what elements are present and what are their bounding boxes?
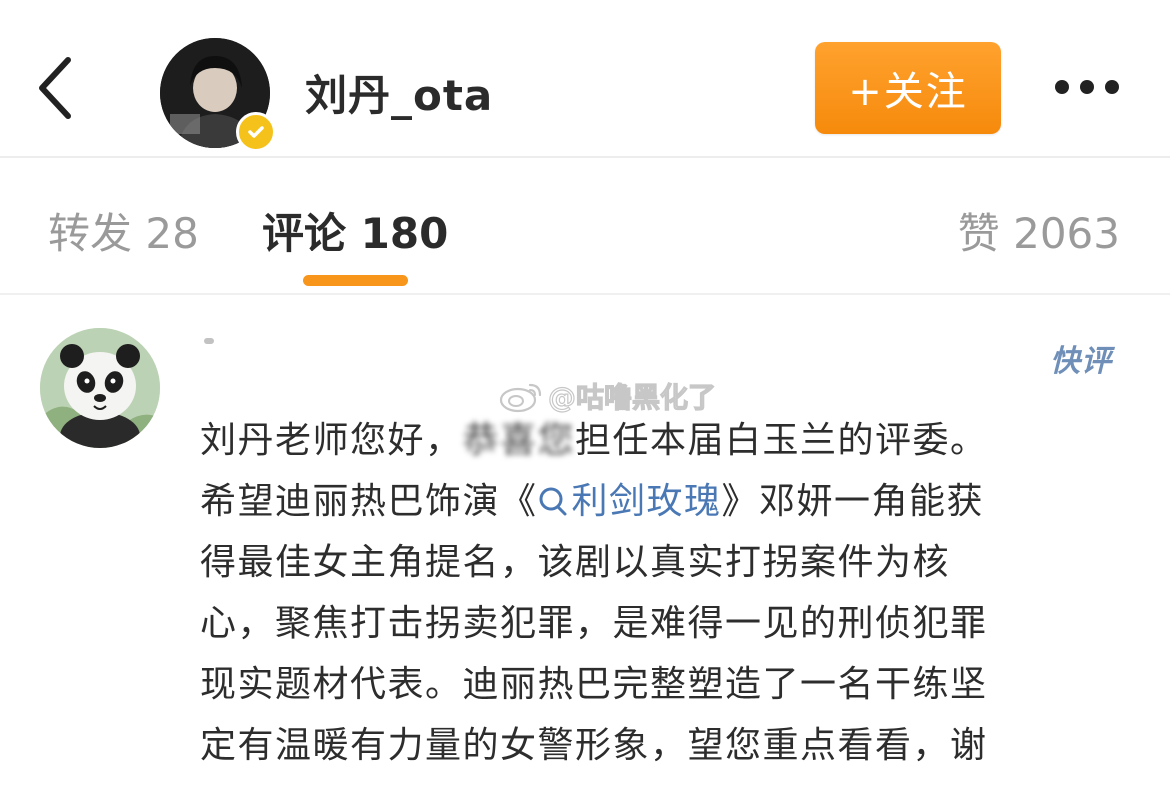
back-button[interactable] [28, 48, 88, 128]
comment-text-segment: 担任本届白玉兰的评委。 [575, 420, 988, 461]
more-options-button[interactable] [1055, 70, 1131, 104]
more-dots-icon [1105, 80, 1119, 94]
more-dots-icon [1055, 80, 1069, 94]
topic-link[interactable]: 利剑玫瑰 [538, 481, 722, 522]
author-avatar[interactable] [160, 38, 276, 152]
tab-repost[interactable]: 转发 28 [48, 200, 199, 261]
comment-line: 定有温暖有力量的女警形象，望您重点看看，谢 [200, 725, 988, 766]
author-username[interactable]: 刘丹_ota [305, 62, 493, 123]
tab-like[interactable]: 赞 2063 [958, 200, 1120, 261]
comment-line: 得最佳女主角提名，该剧以真实打拐案件为核 [200, 542, 951, 583]
quick-comment-badge: 快评 [1050, 344, 1112, 379]
topic-link-label: 利剑玫瑰 [571, 481, 722, 522]
verified-icon [236, 112, 276, 152]
weibo-post-page: 刘丹_ota +关注 转发 28 评论 180 赞 2063 快评 @咕噜黑化了… [0, 0, 1170, 785]
search-icon [539, 487, 567, 516]
comment-text-obscured: 恭喜您 [462, 420, 576, 461]
back-arrow-icon [39, 57, 71, 119]
comment-line: 现实题材代表。迪丽热巴完整塑造了一名干练坚 [200, 664, 988, 705]
tabs-divider [0, 293, 1170, 295]
interaction-tabs: 转发 28 评论 180 赞 2063 [0, 158, 1170, 293]
weibo-logo-icon [499, 383, 542, 413]
comment-text: 刘丹老师您好，恭喜您担任本届白玉兰的评委。 希望迪丽热巴饰演《 利剑玫瑰》邓妍一角… [200, 410, 1130, 776]
comment-text-segment: 》邓妍一角能获 [721, 481, 985, 522]
tab-comment[interactable]: 评论 180 [262, 200, 448, 261]
active-tab-indicator [303, 275, 408, 286]
follow-button[interactable]: +关注 [815, 42, 1001, 134]
post-header: 刘丹_ota +关注 [0, 0, 1170, 156]
comment-line: 心，聚焦打击拐卖犯罪，是难得一见的刑侦犯罪 [200, 603, 988, 644]
commenter-name-redacted [204, 338, 214, 344]
commenter-avatar[interactable] [40, 328, 160, 448]
comment-text-segment: 刘丹老师您好， [200, 420, 463, 461]
comment-line: 希望迪丽热巴饰演《 利剑玫瑰》邓妍一角能获 [200, 471, 1130, 532]
comment-line: 刘丹老师您好，恭喜您担任本届白玉兰的评委。 [200, 410, 1130, 471]
comment-text-segment: 希望迪丽热巴饰演《 [200, 481, 538, 522]
more-dots-icon [1080, 80, 1094, 94]
